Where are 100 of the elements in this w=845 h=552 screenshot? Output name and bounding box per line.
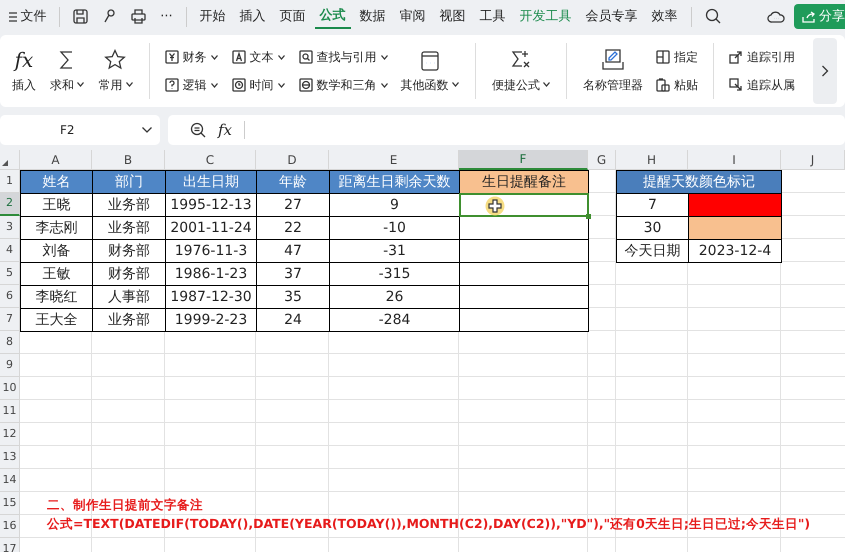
menu-icon (9, 12, 17, 22)
name-box[interactable]: F2 (0, 115, 160, 145)
ribbon-tab[interactable]: 插入 (234, 4, 271, 28)
ribbon-tab[interactable]: 公式 (314, 4, 351, 30)
table-cell: 47 (256, 239, 330, 263)
ribbon-button[interactable]: fx 插入 (8, 46, 40, 96)
row-header[interactable]: 5 (0, 262, 20, 285)
select-all-corner[interactable] (0, 150, 20, 170)
row-header[interactable]: 11 (0, 400, 20, 423)
row-header[interactable]: 8 (0, 331, 20, 354)
dropdown-icon (142, 127, 152, 133)
row-header[interactable]: 7 (0, 308, 20, 331)
column-header[interactable]: B (92, 150, 165, 170)
table-cell: 26 (329, 285, 460, 309)
grid-define-icon (656, 50, 670, 64)
fx-icon: fx (14, 48, 34, 72)
column-header[interactable]: I (688, 150, 781, 170)
table-cell: 人事部 (92, 285, 166, 309)
table-cell: 业务部 (92, 216, 166, 240)
row-header[interactable]: 4 (0, 239, 20, 262)
row-header[interactable]: 16 (0, 515, 20, 538)
table-cell: 37 (256, 262, 330, 286)
header-cell: 出生日期 (165, 170, 257, 194)
more-button[interactable]: ··· (155, 4, 178, 28)
table-cell: 2001-11-24 (165, 216, 257, 240)
table-cell: 王敏 (20, 262, 93, 286)
table-cell: 27 (256, 193, 330, 217)
column-header[interactable]: F (459, 150, 588, 170)
ribbon-tab[interactable]: 会员专享 (580, 4, 643, 28)
ribbon-small-button[interactable]: 指定 (653, 46, 701, 68)
ribbon-tab[interactable]: 数据 (354, 4, 391, 28)
ribbon-small-button[interactable]: 数学和三角 (296, 74, 390, 96)
table-cell: 李晓红 (20, 285, 93, 309)
table-cell: 今天日期 (616, 239, 689, 263)
table-cell: 24 (256, 308, 330, 332)
row-header[interactable]: 13 (0, 446, 20, 469)
row-header[interactable]: 17 (0, 538, 20, 552)
zoom-icon (190, 122, 206, 138)
text-icon (232, 50, 246, 64)
row-header[interactable]: 3 (0, 216, 20, 239)
column-header[interactable]: E (329, 150, 459, 170)
row-header[interactable]: 10 (0, 377, 20, 400)
ribbon-tab[interactable]: 页面 (274, 4, 311, 28)
fx-icon: fx (218, 118, 232, 142)
row-header[interactable]: 6 (0, 285, 20, 308)
ribbon-tab[interactable]: 开发工具 (514, 4, 577, 28)
column-header[interactable]: G (588, 150, 616, 170)
ribbon-small-button[interactable]: 追踪引用 (726, 46, 798, 68)
ribbon-tab[interactable]: 审阅 (394, 4, 431, 28)
ribbon-button[interactable]: 名称管理器 (579, 46, 647, 96)
ribbon-tab[interactable]: 工具 (474, 4, 511, 28)
ribbon-small-button[interactable]: 逻辑 (162, 74, 220, 96)
row-header[interactable]: 15 (0, 492, 20, 515)
table-cell: 1987-12-30 (165, 285, 257, 309)
column-header[interactable]: J (781, 150, 845, 170)
column-header[interactable]: C (165, 150, 256, 170)
formula-input[interactable]: fx (168, 115, 845, 145)
header-cell: 距离生日剩余天数 (329, 170, 460, 194)
table-cell: 1999-2-23 (165, 308, 257, 332)
ribbon-small-button[interactable]: 时间 (228, 74, 288, 96)
ribbon-tab[interactable]: 效率 (646, 4, 683, 28)
column-header[interactable]: D (256, 150, 329, 170)
ribbon-tab[interactable]: 开始 (194, 4, 231, 28)
ribbon-button[interactable]: 其他函数 (396, 46, 463, 96)
table-cell: -31 (329, 239, 460, 263)
clipboard-icon (656, 78, 670, 92)
share-button[interactable]: 分享 (794, 4, 845, 30)
table-cell: -10 (329, 216, 460, 240)
table-cell: 财务部 (92, 239, 166, 263)
row-header[interactable]: 2 (0, 193, 20, 216)
row-header[interactable]: 14 (0, 469, 20, 492)
ribbon-small-button[interactable]: 查找与引用 (296, 46, 390, 68)
ribbon-tab[interactable]: 视图 (434, 4, 471, 28)
math-icon (298, 78, 312, 92)
ribbon-button[interactable]: 求和 (46, 46, 88, 96)
column-header[interactable]: H (616, 150, 688, 170)
row-header[interactable]: 9 (0, 354, 20, 377)
ribbon-small-button[interactable]: 文本 (228, 46, 288, 68)
ribbon-button[interactable]: 便捷公式 (488, 46, 554, 96)
corner-triangle-icon (2, 160, 8, 166)
ribbon-button[interactable]: 常用 (94, 46, 136, 96)
ribbon-small-button[interactable]: 追踪从属 (726, 74, 798, 96)
table-cell: -284 (329, 308, 460, 332)
currency-icon (164, 50, 178, 64)
fill-handle[interactable] (586, 214, 591, 219)
lookup-icon (298, 50, 312, 64)
table-cell: 2023-12-4 (688, 239, 782, 263)
header-cell: 姓名 (20, 170, 93, 194)
print-icon (131, 8, 146, 24)
cell-reference: F2 (60, 122, 75, 139)
trace-precedents-icon (729, 50, 743, 64)
ribbon-small-button[interactable]: 粘贴 (653, 74, 701, 96)
file-menu[interactable]: 文件 (4, 4, 52, 28)
table-cell: 30 (616, 216, 689, 240)
header-cell: 提醒天数颜色标记 (616, 170, 782, 194)
column-header[interactable]: A (20, 150, 92, 170)
row-header[interactable]: 1 (0, 170, 20, 193)
row-header[interactable]: 12 (0, 423, 20, 446)
header-cell: 生日提醒备注 (459, 170, 589, 194)
ribbon-small-button[interactable]: 财务 (162, 46, 220, 68)
